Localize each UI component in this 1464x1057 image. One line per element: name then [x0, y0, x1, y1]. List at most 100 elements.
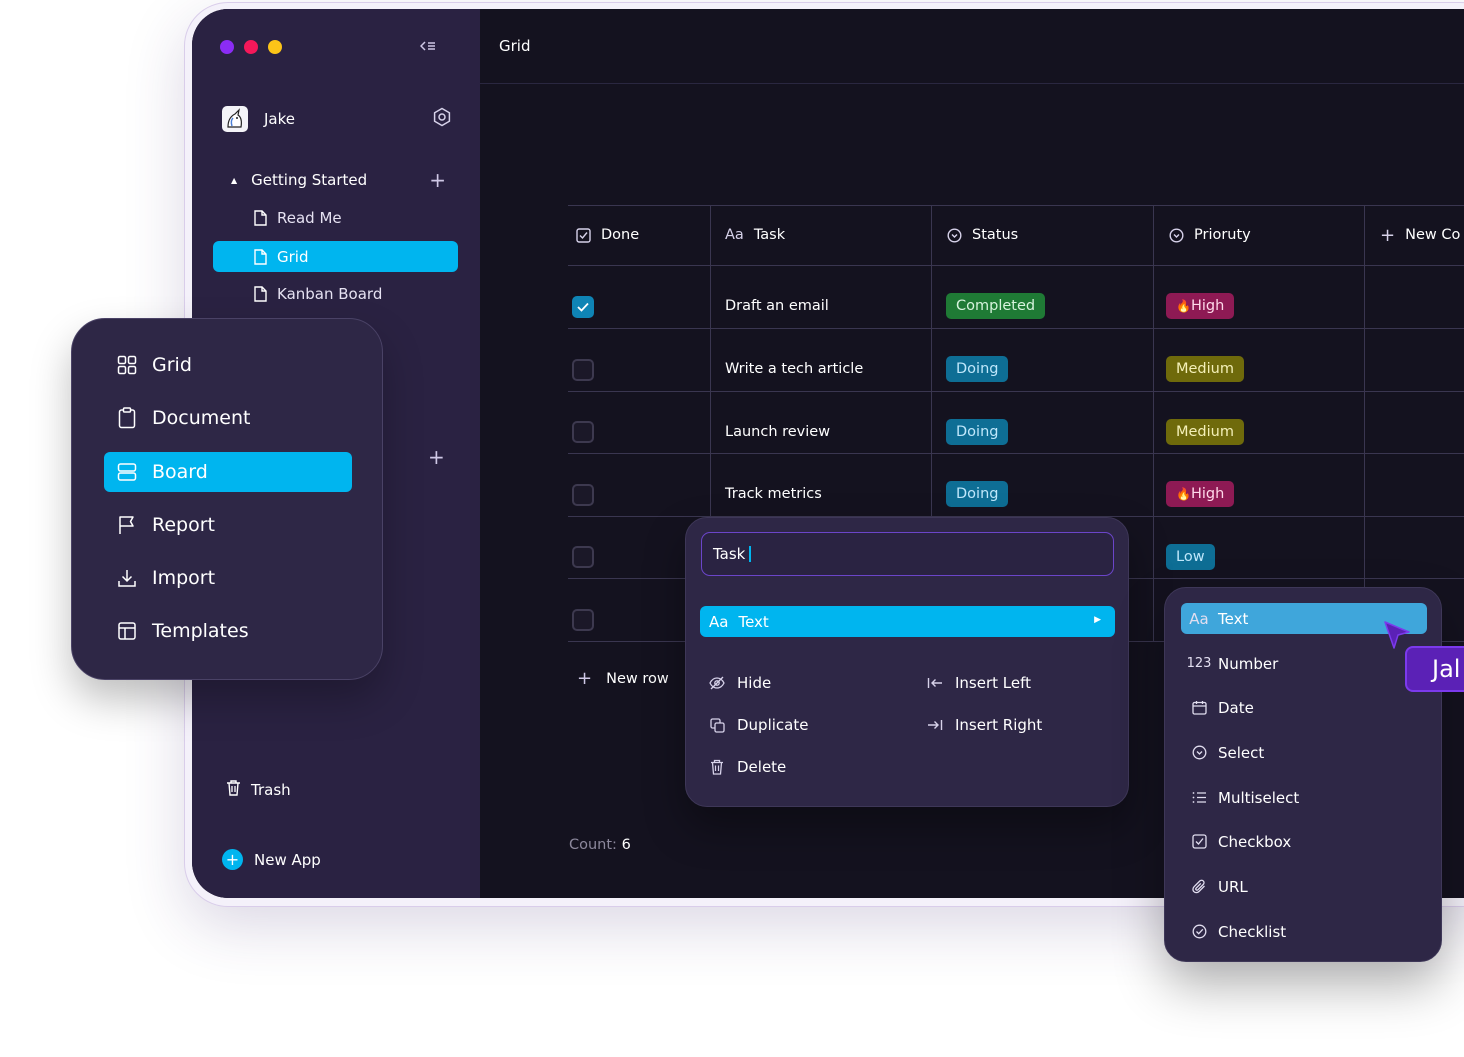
column-header-done[interactable]: Done — [576, 205, 639, 265]
view-item-report[interactable]: Report — [104, 505, 352, 545]
delete-column-button[interactable]: Delete — [709, 758, 786, 776]
insert-left-button[interactable]: Insert Left — [927, 674, 1031, 692]
type-option-checklist[interactable]: Checklist — [1181, 916, 1427, 947]
view-item-templates[interactable]: Templates — [104, 611, 352, 651]
status-cell[interactable]: Doing — [946, 356, 1009, 382]
type-option-checkbox[interactable]: Checkbox — [1181, 826, 1427, 857]
priority-badge: 🔥High — [1166, 293, 1235, 319]
priority-label: High — [1190, 486, 1225, 502]
calendar-icon — [1189, 700, 1209, 715]
page-icon — [253, 248, 267, 265]
checkbox-unchecked[interactable] — [572, 359, 594, 381]
done-checkbox[interactable] — [572, 359, 594, 381]
user-row[interactable]: Jake — [222, 104, 452, 134]
checkbox-checked[interactable] — [572, 296, 594, 318]
type-option-label: Checkbox — [1218, 832, 1292, 851]
page-icon — [253, 286, 267, 302]
checkbox-icon — [576, 227, 591, 243]
done-checkbox[interactable] — [572, 421, 594, 443]
page-tree: ▲ Getting Started + Read Me Grid Kanban … — [213, 161, 458, 313]
checkbox-unchecked[interactable] — [572, 484, 594, 506]
type-option-url[interactable]: URL — [1181, 871, 1427, 902]
column-type-selector[interactable]: Aa Text ▶ — [700, 606, 1115, 637]
app-stage: Jake ▲ Getting Started + Read Me Grid Ka… — [0, 0, 1464, 1057]
column-header-label: Done — [601, 227, 640, 243]
duplicate-column-button[interactable]: Duplicate — [709, 716, 808, 734]
priority-cell[interactable]: Medium — [1166, 419, 1244, 445]
column-header-task[interactable]: Aa Task — [725, 205, 785, 265]
delete-label: Delete — [737, 758, 787, 776]
text-type-icon: Aa — [725, 227, 744, 243]
view-item-import[interactable]: Import — [104, 558, 352, 598]
template-icon — [116, 621, 138, 641]
folder-getting-started[interactable]: ▲ Getting Started + — [213, 161, 458, 199]
new-row-button[interactable]: + New row — [577, 668, 669, 689]
column-header-new[interactable]: + New Co — [1380, 205, 1460, 265]
insert-left-label: Insert Left — [955, 674, 1032, 692]
column-header-status[interactable]: Status — [947, 205, 1018, 265]
text-caret — [749, 546, 752, 562]
add-section-button[interactable]: + — [428, 445, 445, 469]
insert-left-icon — [927, 677, 943, 689]
sidebar-item-read-me[interactable]: Read Me — [213, 199, 458, 237]
priority-cell[interactable]: Medium — [1166, 356, 1244, 382]
task-cell[interactable]: Write a tech article — [725, 361, 863, 377]
status-badge: Doing — [946, 481, 1009, 507]
priority-cell[interactable]: 🔥High — [1166, 293, 1235, 319]
task-cell[interactable]: Track metrics — [725, 486, 822, 502]
priority-cell[interactable]: Low — [1166, 544, 1215, 570]
done-checkbox[interactable] — [572, 546, 594, 568]
column-name-input[interactable]: Task — [701, 532, 1114, 576]
column-header-priority[interactable]: Prioruty — [1169, 205, 1251, 265]
view-item-document[interactable]: Document — [104, 398, 352, 438]
new-app-label: New App — [254, 850, 321, 869]
trash-icon — [226, 779, 241, 800]
priority-cell[interactable]: 🔥High — [1166, 481, 1235, 507]
sidebar-item-grid[interactable]: Grid — [213, 241, 458, 272]
done-checkbox[interactable] — [572, 296, 594, 318]
checkbox-unchecked[interactable] — [572, 546, 594, 568]
status-cell[interactable]: Doing — [946, 481, 1009, 507]
view-item-grid[interactable]: Grid — [104, 345, 352, 385]
number-icon: 123 — [1186, 656, 1212, 671]
text-type-icon: Aa — [1189, 609, 1209, 628]
window-dot-purple[interactable] — [220, 40, 234, 54]
task-cell[interactable]: Launch review — [725, 424, 830, 440]
new-app-button[interactable]: + New App — [222, 849, 321, 870]
status-cell[interactable]: Completed — [946, 293, 1046, 319]
insert-right-button[interactable]: Insert Right — [927, 716, 1042, 734]
checkbox-icon — [1189, 834, 1209, 849]
view-item-label: Templates — [152, 620, 249, 642]
column-header-label: New Co — [1405, 227, 1461, 243]
column-type-label: Text — [738, 612, 769, 631]
done-checkbox[interactable] — [572, 484, 594, 506]
view-item-label: Document — [152, 407, 251, 429]
caret-up-icon[interactable]: ▲ — [231, 176, 237, 185]
task-cell[interactable]: Draft an email — [725, 298, 829, 314]
type-option-multiselect[interactable]: Multiselect — [1181, 782, 1427, 813]
views-menu: Grid Document Board Report Import Templa… — [71, 318, 383, 680]
sidebar-item-label: Kanban Board — [277, 285, 383, 303]
type-option-select[interactable]: Select — [1181, 737, 1427, 768]
sidebar-item-kanban-board[interactable]: Kanban Board — [213, 275, 458, 313]
type-option-label: Multiselect — [1218, 788, 1300, 807]
status-cell[interactable]: Doing — [946, 419, 1009, 445]
collapse-sidebar-icon[interactable] — [419, 39, 436, 57]
duplicate-label: Duplicate — [737, 716, 809, 734]
duplicate-icon — [709, 717, 725, 733]
hide-column-button[interactable]: Hide — [709, 674, 771, 692]
window-dot-red[interactable] — [244, 40, 258, 54]
type-option-label: Select — [1218, 743, 1265, 762]
done-checkbox[interactable] — [572, 609, 594, 631]
checkbox-unchecked[interactable] — [572, 609, 594, 631]
insert-right-label: Insert Right — [955, 716, 1043, 734]
gear-icon[interactable] — [432, 107, 452, 131]
add-page-button[interactable]: + — [429, 168, 446, 192]
view-item-board[interactable]: Board — [104, 452, 352, 492]
type-option-date[interactable]: Date — [1181, 692, 1427, 723]
window-dot-yellow[interactable] — [268, 40, 282, 54]
trash-item[interactable]: Trash — [226, 779, 291, 800]
checkbox-unchecked[interactable] — [572, 421, 594, 443]
grid-line — [1364, 205, 1365, 641]
plus-icon: + — [577, 668, 593, 689]
